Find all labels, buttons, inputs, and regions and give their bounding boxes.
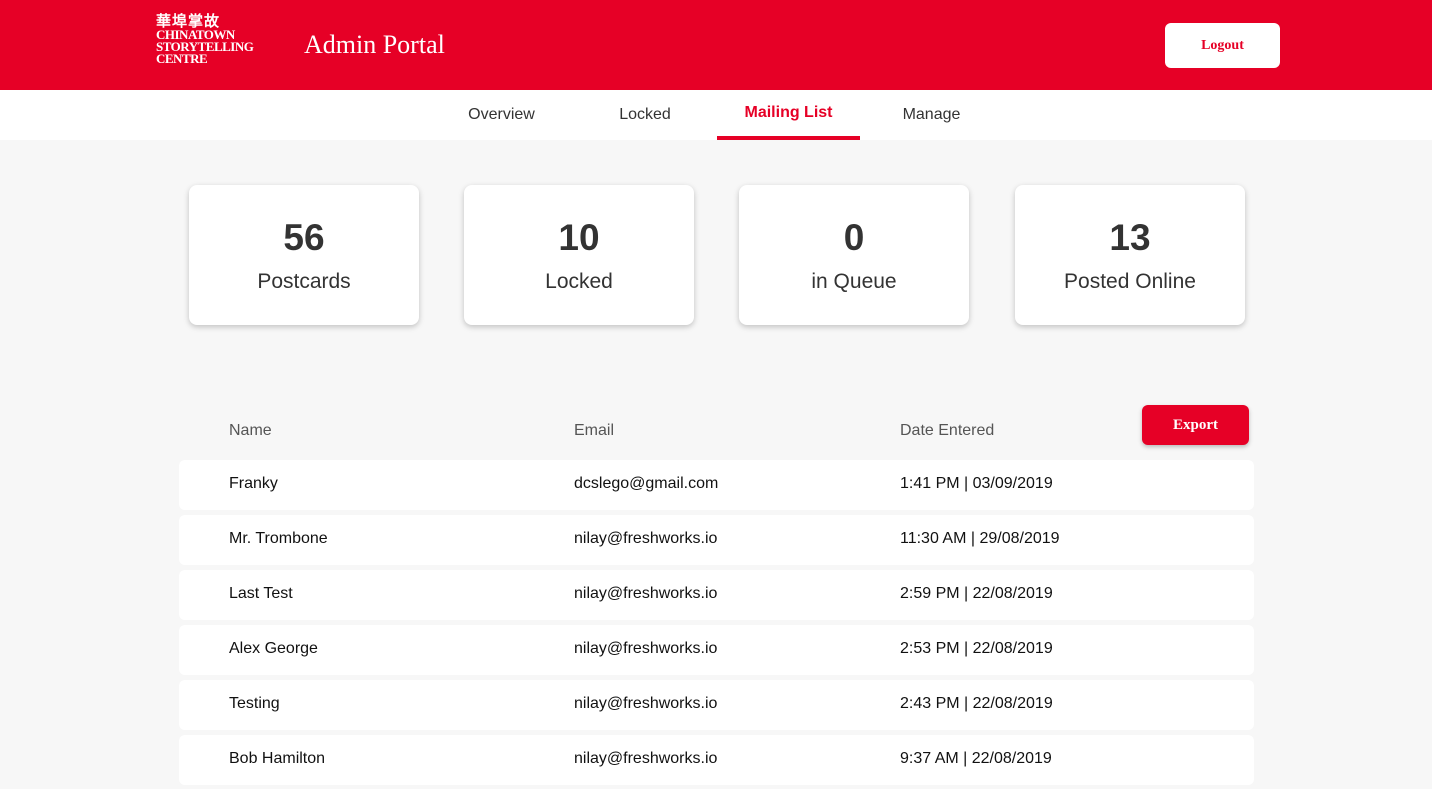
chinatown-storytelling-logo[interactable]: 華埠掌故 CHINATOWN STORYTELLING CENTRE [156,13,281,69]
row-email: dcslego@gmail.com [574,475,719,492]
row-name: Franky [229,475,278,492]
row-email: nilay@freshworks.io [574,640,718,657]
column-header-name: Name [229,422,272,439]
stat-label: Posted Online [1064,270,1196,293]
tab-locked[interactable]: Locked [573,90,717,140]
row-date: 11:30 AM | 29/08/2019 [900,530,1060,547]
tab-overview[interactable]: Overview [430,90,573,140]
tab-bar: Overview Locked Mailing List Manage [0,90,1432,140]
row-name: Last Test [229,585,293,602]
stat-value: 13 [1109,217,1151,258]
row-date: 2:59 PM | 22/08/2019 [900,585,1053,602]
stat-card-posted-online: 13 Posted Online [1015,185,1245,325]
table-row[interactable]: Bob Hamilton nilay@freshworks.io 9:37 AM… [179,735,1254,785]
tab-mailing-list[interactable]: Mailing List [717,90,860,140]
row-email: nilay@freshworks.io [574,530,718,547]
column-header-email: Email [574,422,615,439]
stat-label: Locked [545,270,613,293]
row-date: 2:53 PM | 22/08/2019 [900,640,1053,657]
row-name: Bob Hamilton [229,750,326,767]
stat-label: Postcards [257,270,351,293]
row-name: Testing [229,695,280,712]
column-header-date: Date Entered [900,422,995,439]
stat-value: 10 [558,217,600,258]
table-row[interactable]: Franky dcslego@gmail.com 1:41 PM | 03/09… [179,460,1254,510]
table-row[interactable]: Testing nilay@freshworks.io 2:43 PM | 22… [179,680,1254,730]
table-row[interactable]: Alex George nilay@freshworks.io 2:53 PM … [179,625,1254,675]
table-row[interactable]: Last Test nilay@freshworks.io 2:59 PM | … [179,570,1254,620]
row-email: nilay@freshworks.io [574,750,718,767]
row-email: nilay@freshworks.io [574,585,718,602]
row-date: 2:43 PM | 22/08/2019 [900,695,1053,712]
app-header: 華埠掌故 CHINATOWN STORYTELLING CENTRE Admin… [0,0,1432,90]
logo-line-3: CENTRE [156,51,208,66]
logout-button[interactable]: Logout [1165,23,1280,68]
stat-card-postcards: 56 Postcards [189,185,419,325]
row-name: Mr. Trombone [229,530,328,547]
stat-card-locked: 10 Locked [464,185,694,325]
row-name: Alex George [229,640,318,657]
stat-value: 0 [843,217,865,258]
row-date: 1:41 PM | 03/09/2019 [900,475,1053,492]
stat-card-in-queue: 0 in Queue [739,185,969,325]
export-button[interactable]: Export [1142,405,1249,445]
row-email: nilay@freshworks.io [574,695,718,712]
tab-manage[interactable]: Manage [860,90,1003,140]
row-date: 9:37 AM | 22/08/2019 [900,750,1052,767]
stat-label: in Queue [811,270,897,293]
table-row[interactable]: Mr. Trombone nilay@freshworks.io 11:30 A… [179,515,1254,565]
stat-value: 56 [283,217,325,258]
page-title: Admin Portal [304,30,445,59]
